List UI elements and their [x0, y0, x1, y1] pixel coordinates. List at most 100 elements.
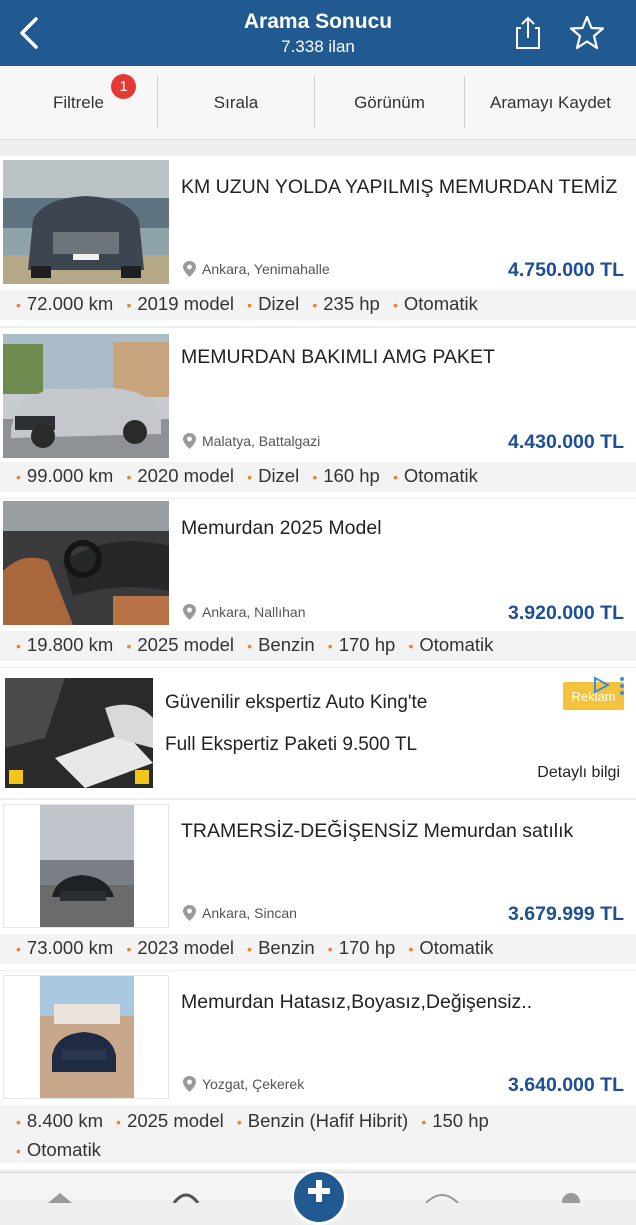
spec-model: 2025 model	[127, 1110, 224, 1131]
spec-km: 19.800 km	[26, 634, 114, 655]
listing-location: Malatya, Battalgazi	[182, 432, 320, 450]
bullet: •	[116, 1114, 122, 1130]
view-button[interactable]: Görünüm	[315, 66, 464, 140]
bullet: •	[16, 1114, 21, 1130]
bullet: •	[236, 1114, 242, 1130]
messages-tab-icon[interactable]	[424, 1193, 460, 1203]
spec-transmission: Otomatik	[419, 634, 494, 655]
bullet: •	[126, 297, 132, 313]
listing-specs: • 73.000 km • 2023 model • Benzin • 170 hp •…	[0, 934, 636, 964]
listing-photo	[3, 160, 169, 284]
spec-model: 2020 model	[137, 465, 235, 486]
spec-km: 72.000 km	[26, 293, 114, 314]
listing-card[interactable]: KM UZUN YOLDA YAPILMIŞ MEMURDAN TEMİZ An…	[0, 156, 636, 326]
spec-model: 2023 model	[137, 937, 235, 958]
bullet: •	[126, 469, 132, 485]
listing-specs: • 99.000 km • 2020 model • Dizel • 160 hp • O…	[0, 462, 636, 492]
listing-card[interactable]: Memurdan Hatasız,Boyasız,Değişensiz.. Yo…	[0, 971, 636, 1169]
home-tab-icon[interactable]	[48, 1193, 72, 1203]
listing-price: 4.430.000 TL	[508, 431, 624, 453]
save-search-button[interactable]: Aramayı Kaydet	[465, 66, 636, 140]
filter-label: Filtrele	[52, 93, 104, 112]
post-ad-button[interactable]	[291, 1169, 347, 1225]
listing-specs: • 19.800 km • 2025 model • Benzin • 170 hp •…	[0, 631, 636, 661]
spec-km: 99.000 km	[26, 465, 114, 486]
ad-banner[interactable]: Güvenilir ekspertiz Auto King'te Full Ek…	[0, 668, 636, 798]
bullet: •	[16, 469, 21, 485]
app-header: Arama Sonucu 7.338 ilan	[0, 0, 636, 66]
profile-tab-icon[interactable]	[560, 1191, 582, 1203]
spec-transmission: Otomatik	[403, 465, 478, 486]
spec-model: 2019 model	[137, 293, 235, 314]
spec-km: 73.000 km	[26, 937, 114, 958]
location-pin-icon	[183, 604, 196, 620]
ad-subline: Full Ekspertiz Paketi 9.500 TL	[165, 734, 418, 755]
spec-fuel: Benzin	[258, 937, 315, 958]
location-text: Ankara, Sincan	[202, 905, 297, 921]
spec-hp: 235 hp	[323, 293, 380, 314]
listing-card[interactable]: MEMURDAN BAKIMLI AMG PAKET Malatya, Batt…	[0, 328, 636, 498]
listing-photo	[3, 975, 169, 1099]
bullet: •	[312, 469, 318, 485]
listing-title[interactable]: TRAMERSİZ-DEĞİŞENSİZ Memurdan satılık	[181, 818, 622, 844]
listing-price: 3.640.000 TL	[508, 1074, 624, 1096]
listing-title[interactable]: Memurdan 2025 Model	[181, 515, 622, 541]
listing-title[interactable]: Memurdan Hatasız,Boyasız,Değişensiz..	[181, 989, 622, 1015]
listing-photo	[3, 804, 169, 928]
listing-title[interactable]: KM UZUN YOLDA YAPILMIŞ MEMURDAN TEMİZ	[181, 174, 622, 200]
bullet: •	[327, 638, 333, 654]
bullet: •	[392, 297, 398, 313]
bullet: •	[126, 941, 132, 957]
spec-transmission: Otomatik	[403, 293, 478, 314]
search-tab-icon[interactable]	[172, 1193, 200, 1203]
save-search-label: Aramayı Kaydet	[490, 93, 611, 112]
more-options-icon[interactable]	[619, 676, 625, 696]
listing-title[interactable]: MEMURDAN BAKIMLI AMG PAKET	[181, 344, 622, 370]
listing-photo	[3, 501, 169, 625]
ad-details-link[interactable]: Detaylı bilgi	[537, 764, 620, 782]
listing-location: Ankara, Yenimahalle	[182, 260, 330, 278]
plus-icon	[308, 1180, 330, 1202]
spec-fuel: Dizel	[258, 293, 300, 314]
sort-button[interactable]: Sırala	[158, 66, 314, 140]
location-text: Ankara, Yenimahalle	[202, 261, 330, 277]
bullet: •	[16, 941, 21, 957]
spec-transmission: Otomatik	[419, 937, 494, 958]
spec-km: 8.400 km	[26, 1110, 104, 1131]
location-text: Malatya, Battalgazi	[202, 433, 321, 449]
location-text: Ankara, Nallıhan	[202, 604, 306, 620]
listing-photo	[3, 334, 169, 458]
adchoices-icon[interactable]	[592, 676, 610, 694]
favorite-star-icon[interactable]	[568, 14, 606, 52]
bullet: •	[247, 469, 253, 485]
spec-model: 2025 model	[137, 634, 235, 655]
location-text: Yozgat, Çekerek	[202, 1076, 305, 1092]
location-pin-icon	[183, 905, 196, 921]
listing-price: 3.920.000 TL	[508, 602, 624, 624]
spec-hp: 160 hp	[323, 465, 380, 486]
bullet: •	[421, 1114, 427, 1130]
listing-card[interactable]: Memurdan 2025 Model Ankara, Nallıhan 3.9…	[0, 499, 636, 667]
ad-headline: Güvenilir ekspertiz Auto King'te	[165, 692, 428, 713]
view-label: Görünüm	[354, 93, 425, 112]
spec-fuel: Benzin (Hafif Hibrit)	[247, 1110, 409, 1131]
listing-location: Ankara, Nallıhan	[182, 603, 306, 621]
listing-card[interactable]: TRAMERSİZ-DEĞİŞENSİZ Memurdan satılık An…	[0, 800, 636, 970]
listing-specs: • 72.000 km • 2019 model • Dizel • 235 hp • O…	[0, 290, 636, 320]
ad-photo	[5, 678, 153, 788]
listing-price: 4.750.000 TL	[508, 259, 624, 281]
spec-fuel: Benzin	[258, 634, 315, 655]
spec-hp: 170 hp	[338, 634, 396, 655]
share-icon[interactable]	[512, 16, 544, 50]
bullet: •	[247, 297, 253, 313]
bullet: •	[327, 941, 333, 957]
bullet: •	[247, 941, 253, 957]
bullet: •	[16, 1143, 21, 1159]
filter-button[interactable]: Filtrele	[0, 66, 157, 140]
sort-label: Sırala	[213, 93, 259, 112]
filter-count-badge: 1	[111, 74, 136, 99]
listing-price: 3.679.999 TL	[508, 903, 624, 925]
action-toolbar: Filtrele Sırala Görünüm Aramayı Kaydet	[0, 66, 636, 140]
spec-hp: 170 hp	[338, 937, 396, 958]
bullet: •	[126, 638, 132, 654]
